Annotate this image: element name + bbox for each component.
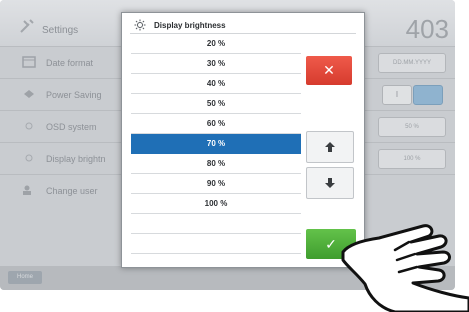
setting-label: Change user — [46, 186, 98, 196]
setting-value[interactable]: DD.MM.YYYY — [378, 53, 446, 73]
toggle-on[interactable]: I — [382, 85, 412, 105]
setting-label: Power Saving — [46, 90, 102, 100]
arrow-up-icon — [325, 142, 335, 152]
option-50[interactable]: 50 % — [131, 94, 301, 114]
screen: Settings 403 Date format DD.MM.YYYY Powe… — [0, 0, 469, 312]
sun-icon — [134, 19, 146, 31]
sun-icon — [25, 122, 33, 130]
program-counter: 403 — [405, 14, 449, 44]
arrow-down-icon — [325, 178, 335, 188]
home-button[interactable]: Home — [8, 271, 42, 284]
setting-label: Display brightn — [46, 154, 106, 164]
cancel-button[interactable]: ✕ — [306, 56, 352, 85]
power-saving-icon — [24, 90, 34, 98]
empty-row — [131, 234, 301, 254]
brightness-dialog: Display brightness 20 % 30 % 40 % 50 % 6… — [121, 12, 365, 268]
option-90[interactable]: 90 % — [131, 174, 301, 194]
dialog-title: Display brightness — [154, 21, 226, 30]
option-20[interactable]: 20 % — [131, 34, 301, 54]
option-40[interactable]: 40 % — [131, 74, 301, 94]
setting-label: Date format — [46, 58, 94, 68]
setting-value[interactable]: 100 % — [378, 149, 446, 169]
option-30[interactable]: 30 % — [131, 54, 301, 74]
scroll-down-button[interactable] — [306, 167, 354, 199]
setting-label: OSD system — [46, 122, 97, 132]
sun-icon — [25, 154, 33, 162]
user-icon — [23, 185, 31, 195]
calendar-icon — [22, 56, 36, 68]
settings-title: Settings — [42, 25, 79, 36]
power-saving-toggle[interactable]: I — [382, 85, 444, 105]
option-60[interactable]: 60 % — [131, 114, 301, 134]
tools-icon — [20, 19, 34, 33]
option-70-selected[interactable]: 70 % — [131, 134, 301, 154]
setting-value[interactable]: 50 % — [378, 117, 446, 137]
toggle-off[interactable] — [413, 85, 443, 105]
option-80[interactable]: 80 % — [131, 154, 301, 174]
brightness-options-list: 20 % 30 % 40 % 50 % 60 % 70 % 80 % 90 % … — [131, 34, 301, 254]
empty-row — [131, 214, 301, 234]
scroll-up-button[interactable] — [306, 131, 354, 163]
pointing-hand-icon — [341, 224, 469, 312]
option-100[interactable]: 100 % — [131, 194, 301, 214]
